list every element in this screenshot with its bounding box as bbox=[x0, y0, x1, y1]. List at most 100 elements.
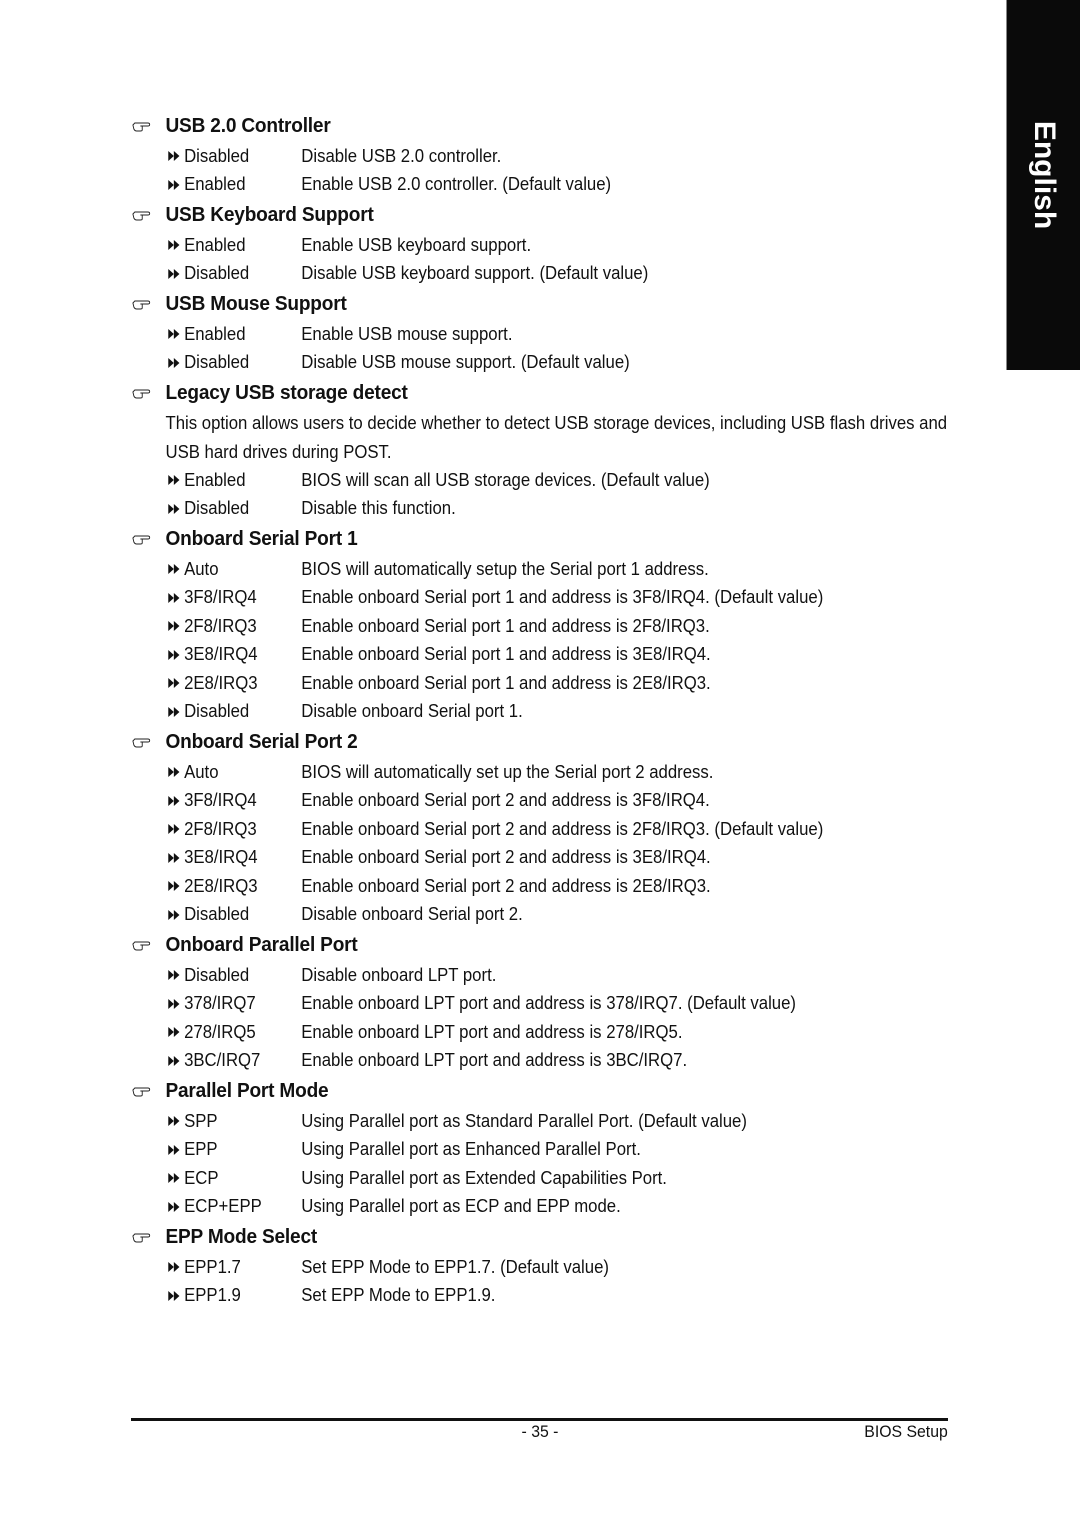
option-row: 3BC/IRQ7 Enable onboard LPT port and addr… bbox=[132, 1047, 986, 1076]
option-value: SPP bbox=[184, 1110, 218, 1131]
double-arrow-bullet-icon bbox=[167, 592, 184, 603]
bios-option-section: Onboard Serial Port 1 Auto BIOS will autom… bbox=[132, 523, 952, 726]
option-description: Enable USB keyboard support. bbox=[301, 234, 532, 255]
double-arrow-bullet-icon bbox=[167, 706, 184, 717]
option-row: Enabled Enable USB mouse support. bbox=[132, 320, 986, 349]
option-description: Enable onboard Serial port 2 and address… bbox=[301, 847, 711, 868]
option-value: 2E8/IRQ3 bbox=[184, 875, 258, 896]
option-description: BIOS will scan all USB storage devices. … bbox=[301, 469, 710, 490]
section-title: EPP Mode Select bbox=[165, 1225, 318, 1248]
option-value: Auto bbox=[184, 558, 219, 579]
option-description: Set EPP Mode to EPP1.7. (Default value) bbox=[301, 1256, 609, 1277]
double-arrow-bullet-icon bbox=[167, 678, 184, 689]
double-arrow-bullet-icon bbox=[167, 881, 184, 892]
option-row: Disabled Disable onboard Serial port 1. bbox=[132, 698, 986, 727]
option-row: Disabled Disable USB keyboard support. (D… bbox=[132, 260, 986, 289]
double-arrow-bullet-icon bbox=[167, 649, 184, 660]
option-value: Enabled bbox=[184, 234, 246, 255]
option-row: 2E8/IRQ3 Enable onboard Serial port 2 and… bbox=[132, 872, 986, 901]
option-value: 3E8/IRQ4 bbox=[184, 847, 258, 868]
footer-divider bbox=[131, 1418, 948, 1421]
option-description: Using Parallel port as Standard Parallel… bbox=[301, 1110, 747, 1131]
bios-option-section: EPP Mode Select EPP1.7 Set EPP Mode to EPP… bbox=[132, 1221, 952, 1310]
footer-chapter-title: BIOS Setup bbox=[864, 1422, 948, 1441]
section-heading: USB 2.0 Controller bbox=[132, 110, 895, 142]
double-arrow-bullet-icon bbox=[167, 1055, 184, 1066]
option-description: BIOS will automatically setup the Serial… bbox=[301, 558, 709, 579]
double-arrow-bullet-icon bbox=[167, 1201, 184, 1212]
option-value: 3F8/IRQ4 bbox=[184, 587, 257, 608]
option-value: 3E8/IRQ4 bbox=[184, 644, 258, 665]
double-arrow-bullet-icon bbox=[167, 1173, 184, 1184]
option-description: Enable onboard Serial port 2 and address… bbox=[301, 790, 710, 811]
option-description: Disable USB 2.0 controller. bbox=[301, 145, 502, 166]
option-row: Disabled Disable USB 2.0 controller. bbox=[132, 142, 986, 171]
language-tab-label: English bbox=[1028, 120, 1061, 230]
option-value: 2E8/IRQ3 bbox=[184, 672, 258, 693]
option-description: Using Parallel port as ECP and EPP mode. bbox=[301, 1196, 621, 1217]
option-value: 378/IRQ7 bbox=[184, 993, 256, 1014]
section-heading: EPP Mode Select bbox=[132, 1221, 895, 1253]
option-value: 2F8/IRQ3 bbox=[184, 818, 257, 839]
option-value: Disabled bbox=[184, 352, 250, 373]
option-value: 278/IRQ5 bbox=[184, 1021, 256, 1042]
option-value: EPP bbox=[184, 1139, 218, 1160]
option-value: ECP bbox=[184, 1167, 219, 1188]
option-row: ECP+EPP Using Parallel port as ECP and EP… bbox=[132, 1193, 986, 1222]
bios-option-section: USB 2.0 Controller Disabled Disable USB 2.… bbox=[132, 110, 952, 199]
option-row: SPP Using Parallel port as Standard Paral… bbox=[132, 1107, 986, 1136]
option-row: 3F8/IRQ4 Enable onboard Serial port 1 and… bbox=[132, 584, 986, 613]
option-value: Auto bbox=[184, 761, 219, 782]
section-heading: Legacy USB storage detect bbox=[132, 377, 895, 409]
language-tab: English bbox=[1006, 0, 1080, 370]
option-value: Enabled bbox=[184, 323, 246, 344]
option-value: EPP1.7 bbox=[184, 1256, 241, 1277]
option-description: Enable onboard LPT port and address is 3… bbox=[301, 993, 797, 1014]
option-value: ECP+EPP bbox=[184, 1196, 262, 1217]
option-value: Disabled bbox=[184, 145, 250, 166]
option-row: Disabled Disable onboard LPT port. bbox=[132, 961, 986, 990]
bios-option-section: USB Mouse Support Enabled Enable USB mouse… bbox=[132, 288, 952, 377]
section-title: Onboard Serial Port 2 bbox=[165, 730, 358, 753]
option-description: Enable onboard LPT port and address is 3… bbox=[301, 1050, 688, 1071]
double-arrow-bullet-icon bbox=[167, 179, 184, 190]
option-row: 3E8/IRQ4 Enable onboard Serial port 2 and… bbox=[132, 844, 986, 873]
section-title: Onboard Serial Port 1 bbox=[165, 527, 358, 550]
bios-option-section: USB Keyboard Support Enabled Enable USB ke… bbox=[132, 199, 952, 288]
section-heading: Onboard Serial Port 2 bbox=[132, 726, 895, 758]
section-title: Legacy USB storage detect bbox=[165, 381, 408, 404]
double-arrow-bullet-icon bbox=[167, 1116, 184, 1127]
option-description: Enable onboard Serial port 2 and address… bbox=[301, 818, 824, 839]
option-row: Auto BIOS will automatically set up the S… bbox=[132, 758, 986, 787]
section-description: This option allows users to decide wheth… bbox=[165, 413, 948, 462]
double-arrow-bullet-icon bbox=[167, 357, 184, 368]
option-value: EPP1.9 bbox=[184, 1285, 241, 1306]
option-row: Disabled Disable USB mouse support. (Defa… bbox=[132, 349, 986, 378]
option-row: Disabled Disable this function. bbox=[132, 495, 986, 524]
section-title: USB Keyboard Support bbox=[165, 203, 374, 226]
section-heading: USB Keyboard Support bbox=[132, 199, 895, 231]
double-arrow-bullet-icon bbox=[167, 1027, 184, 1038]
option-row: ECP Using Parallel port as Extended Capab… bbox=[132, 1164, 986, 1193]
bios-option-section: Onboard Parallel Port Disabled Disable onb… bbox=[132, 929, 952, 1075]
section-heading: Parallel Port Mode bbox=[132, 1075, 895, 1107]
option-row: 278/IRQ5 Enable onboard LPT port and addr… bbox=[132, 1018, 986, 1047]
option-description: Disable onboard Serial port 2. bbox=[301, 904, 523, 925]
option-value: Disabled bbox=[184, 701, 250, 722]
page-content: USB 2.0 Controller Disabled Disable USB 2.… bbox=[132, 110, 952, 1310]
double-arrow-bullet-icon bbox=[167, 767, 184, 778]
option-row: Enabled Enable USB 2.0 controller. (Defau… bbox=[132, 171, 986, 200]
double-arrow-bullet-icon bbox=[167, 151, 184, 162]
double-arrow-bullet-icon bbox=[167, 621, 184, 632]
option-value: Disabled bbox=[184, 904, 250, 925]
pointing-hand-icon bbox=[132, 939, 165, 951]
section-title: Onboard Parallel Port bbox=[165, 933, 358, 956]
option-description: Disable this function. bbox=[301, 498, 456, 519]
double-arrow-bullet-icon bbox=[167, 1262, 184, 1273]
option-description: Disable USB keyboard support. (Default v… bbox=[301, 263, 649, 284]
option-description: Enable onboard Serial port 1 and address… bbox=[301, 644, 711, 665]
bios-option-section: Onboard Serial Port 2 Auto BIOS will autom… bbox=[132, 726, 952, 929]
option-value: Enabled bbox=[184, 469, 246, 490]
option-value: Disabled bbox=[184, 964, 250, 985]
option-row: EPP1.7 Set EPP Mode to EPP1.7. (Default v… bbox=[132, 1253, 986, 1282]
